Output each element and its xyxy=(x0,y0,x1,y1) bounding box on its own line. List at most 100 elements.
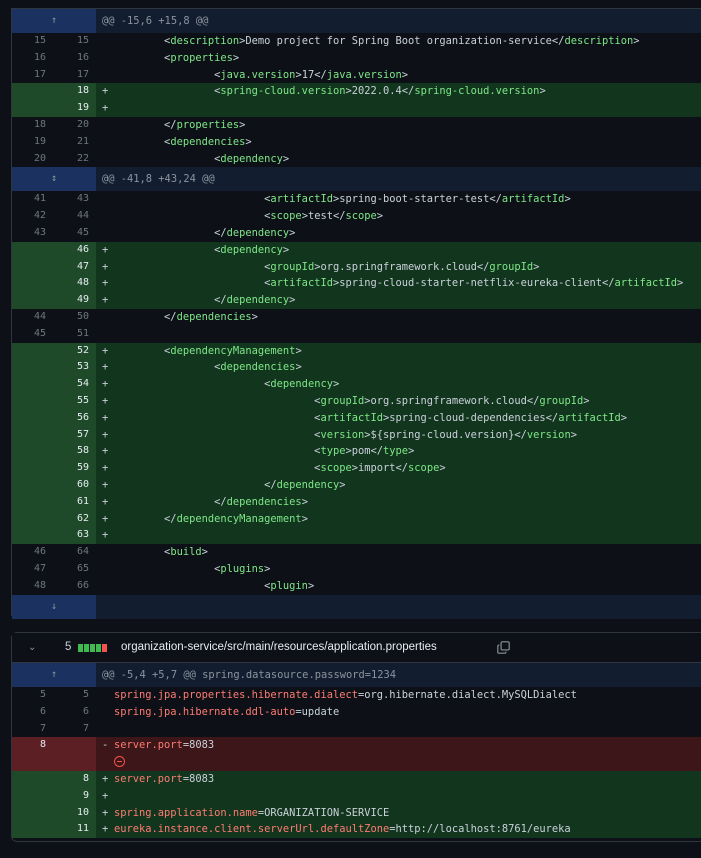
new-line-number[interactable]: 51 xyxy=(55,326,96,343)
line-text: <scope>test</scope> xyxy=(114,210,384,223)
new-line-number[interactable]: 60 xyxy=(55,476,96,494)
new-line-number[interactable]: 65 xyxy=(55,561,96,578)
old-line-number[interactable] xyxy=(12,510,55,528)
old-line-number[interactable]: 48 xyxy=(12,578,55,595)
old-line-number[interactable] xyxy=(12,258,55,276)
old-line-number[interactable] xyxy=(12,409,55,427)
old-line-number[interactable] xyxy=(12,493,55,511)
old-line-number[interactable] xyxy=(12,787,55,805)
expand-up-icon[interactable]: ↑ xyxy=(12,663,96,687)
new-line-number[interactable]: 48 xyxy=(55,275,96,293)
hunk-gutter[interactable]: ↑ xyxy=(12,9,96,33)
old-line-number[interactable]: 15 xyxy=(12,33,55,50)
new-line-number[interactable]: 47 xyxy=(55,258,96,276)
new-line-number[interactable]: 16 xyxy=(55,50,96,67)
new-line-number[interactable]: 9 xyxy=(55,787,96,805)
hunk-gutter[interactable]: ↓ xyxy=(12,594,96,619)
new-line-number[interactable]: 7 xyxy=(55,721,96,738)
new-line-number[interactable]: 58 xyxy=(55,443,96,461)
old-line-number[interactable]: 43 xyxy=(12,225,55,242)
new-line-number[interactable]: 61 xyxy=(55,493,96,511)
new-line-number[interactable]: 8 xyxy=(55,770,96,788)
old-line-number[interactable]: 19 xyxy=(12,134,55,151)
expand-up-icon[interactable]: ↑ xyxy=(12,9,96,33)
old-line-number[interactable] xyxy=(12,359,55,377)
expand-down-icon[interactable]: ↓ xyxy=(12,595,96,619)
old-line-number[interactable]: 6 xyxy=(12,704,55,721)
new-line-number[interactable]: 49 xyxy=(55,292,96,309)
new-line-number[interactable]: 19 xyxy=(55,100,96,117)
new-line-number[interactable]: 44 xyxy=(55,208,96,225)
file-path[interactable]: organization-service/src/main/resources/… xyxy=(121,633,437,662)
old-line-number[interactable]: 5 xyxy=(12,687,55,704)
diff-line: 6 6 spring.jpa.hibernate.ddl-auto=update xyxy=(12,704,701,721)
old-line-number[interactable]: 18 xyxy=(12,117,55,134)
new-line-number[interactable]: 50 xyxy=(55,309,96,326)
new-line-number[interactable]: 5 xyxy=(55,687,96,704)
old-line-number[interactable]: 47 xyxy=(12,561,55,578)
new-line-number[interactable]: 45 xyxy=(55,225,96,242)
old-line-number[interactable] xyxy=(12,460,55,477)
new-line-number[interactable]: 56 xyxy=(55,409,96,427)
old-line-number[interactable] xyxy=(12,476,55,494)
new-line-number[interactable]: 64 xyxy=(55,544,96,561)
line-code: spring.jpa.properties.hibernate.dialect=… xyxy=(96,687,701,704)
new-line-number[interactable]: 15 xyxy=(55,33,96,50)
new-line-number[interactable]: 17 xyxy=(55,67,96,84)
old-line-number[interactable]: 46 xyxy=(12,544,55,561)
old-line-number[interactable] xyxy=(12,426,55,444)
new-line-number[interactable] xyxy=(55,737,96,755)
old-line-number[interactable]: 42 xyxy=(12,208,55,225)
expand-both-icon[interactable]: ↕ xyxy=(12,167,96,191)
old-line-number[interactable] xyxy=(12,527,55,545)
old-line-number[interactable] xyxy=(12,804,55,822)
chevron-down-icon[interactable]: ⌄ xyxy=(28,633,36,662)
new-line-number[interactable]: 53 xyxy=(55,359,96,377)
new-line-number[interactable]: 43 xyxy=(55,191,96,208)
new-line-number[interactable]: 63 xyxy=(55,527,96,545)
old-line-number[interactable] xyxy=(12,241,55,259)
old-line-number[interactable] xyxy=(12,770,55,788)
hunk-gutter[interactable]: ↕ xyxy=(12,167,96,192)
new-line-number[interactable]: 21 xyxy=(55,134,96,151)
diffstat-bars xyxy=(78,644,107,652)
old-line-number[interactable] xyxy=(12,342,55,360)
old-line-number[interactable] xyxy=(12,821,55,839)
new-line-number[interactable]: 55 xyxy=(55,392,96,410)
new-line-number[interactable]: 57 xyxy=(55,426,96,444)
old-line-number[interactable]: 7 xyxy=(12,721,55,738)
hunk-gutter[interactable]: ↑ xyxy=(12,663,96,687)
new-line-number[interactable]: 22 xyxy=(55,151,96,168)
new-line-number[interactable]: 18 xyxy=(55,83,96,101)
new-line-number[interactable]: 20 xyxy=(55,117,96,134)
new-line-number[interactable]: 46 xyxy=(55,241,96,259)
minus-circle-icon[interactable] xyxy=(114,756,125,768)
new-line-number[interactable]: 59 xyxy=(55,460,96,477)
new-line-number[interactable]: 6 xyxy=(55,704,96,721)
old-line-number[interactable] xyxy=(12,275,55,293)
old-line-number[interactable]: 41 xyxy=(12,191,55,208)
old-line-number[interactable] xyxy=(12,100,55,117)
old-line-number[interactable] xyxy=(12,392,55,410)
copy-icon[interactable] xyxy=(497,641,510,654)
old-line-number[interactable]: 45 xyxy=(12,326,55,343)
old-line-number[interactable]: 16 xyxy=(12,50,55,67)
old-line-number[interactable] xyxy=(12,292,55,309)
new-line-number[interactable]: 62 xyxy=(55,510,96,528)
old-line-number[interactable]: 20 xyxy=(12,151,55,168)
line-text: <version>${spring-cloud.version}</versio… xyxy=(114,428,577,441)
diff-line: 49 + </dependency> xyxy=(12,292,701,309)
old-line-number[interactable] xyxy=(12,376,55,393)
old-line-number[interactable]: 17 xyxy=(12,67,55,84)
new-line-number[interactable]: 66 xyxy=(55,578,96,595)
old-line-number[interactable] xyxy=(12,83,55,101)
old-line-number[interactable] xyxy=(12,443,55,461)
new-line-number[interactable]: 52 xyxy=(55,342,96,360)
old-line-number[interactable]: 8 xyxy=(12,737,55,755)
new-line-number[interactable]: 54 xyxy=(55,376,96,393)
line-code: + <dependencies> xyxy=(96,359,701,377)
old-line-number[interactable]: 44 xyxy=(12,309,55,326)
diff-marker: + xyxy=(102,445,109,458)
new-line-number[interactable]: 10 xyxy=(55,804,96,822)
new-line-number[interactable]: 11 xyxy=(55,821,96,839)
